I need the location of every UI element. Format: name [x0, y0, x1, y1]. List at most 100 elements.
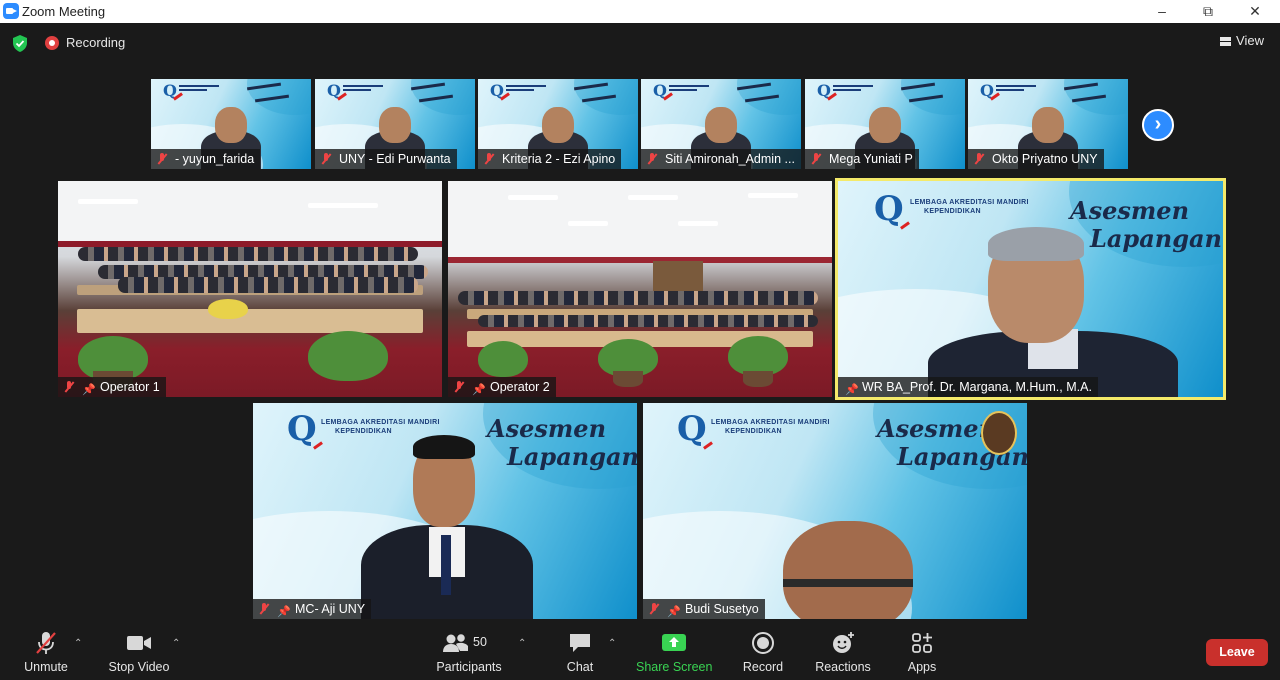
- mic-off-icon: [64, 381, 74, 393]
- mic-off-icon: [157, 153, 167, 165]
- participant-name-bar: Okto Priyatno UNY: [968, 149, 1104, 169]
- chat-button[interactable]: Chat: [559, 630, 601, 674]
- video-tile-operator-2[interactable]: 📌 Operator 2: [448, 181, 832, 397]
- participant-name: UNY - Edi Purwanta: [339, 152, 451, 166]
- restore-button[interactable]: ⧉: [1185, 0, 1231, 23]
- thumbnail-tile[interactable]: Q Okto Priyatno UNY: [968, 79, 1128, 169]
- video-icon: [104, 630, 174, 656]
- participants-label: Participants: [436, 660, 502, 674]
- participant-name: Operator 2: [490, 380, 550, 394]
- participant-name: - yuyun_farida: [175, 152, 255, 166]
- grid-view-icon: [1220, 37, 1232, 46]
- participant-name-bar: Siti Amironah_Admin ...: [641, 149, 801, 169]
- thumbnail-tile[interactable]: Q Mega Yuniati P: [805, 79, 965, 169]
- mic-off-icon: [649, 603, 659, 615]
- thumbnail-tile[interactable]: Q Siti Amironah_Admin ...: [641, 79, 801, 169]
- view-button[interactable]: View: [1220, 33, 1264, 48]
- zoom-logo-icon: [3, 3, 19, 19]
- background-logo-subtext: KEPENDIDIKAN: [924, 207, 981, 215]
- audio-options-caret[interactable]: ⌃: [74, 638, 82, 649]
- apps-label: Apps: [907, 660, 937, 674]
- participant-name-bar: 📌 MC- Aji UNY: [253, 599, 372, 619]
- thumbnail-tile[interactable]: Q- yuyun_farida: [151, 79, 311, 169]
- video-options-caret[interactable]: ⌃: [172, 638, 180, 649]
- participant-name-bar: Kriteria 2 - Ezi Apino: [478, 149, 622, 169]
- pin-icon: 📌: [472, 384, 486, 396]
- meeting-topbar: Recording View: [0, 23, 1280, 63]
- chevron-right-icon[interactable]: ›: [1142, 109, 1174, 141]
- background-logo-text: LEMBAGA AKREDITASI MANDIRI: [321, 419, 440, 426]
- background-subtitle: Lapangan: [507, 442, 637, 471]
- video-tile-operator-1[interactable]: 📌 Operator 1: [58, 181, 442, 397]
- window-titlebar: Zoom Meeting – ⧉ ✕: [0, 0, 1280, 23]
- recording-icon: [45, 36, 59, 50]
- chat-icon: [559, 630, 601, 656]
- thumbnail-tile[interactable]: Q UNY - Edi Purwanta: [315, 79, 475, 169]
- minimize-button[interactable]: –: [1139, 0, 1185, 23]
- participants-icon: 50: [439, 630, 499, 656]
- participants-button[interactable]: 50 Participants: [432, 630, 506, 674]
- mic-off-icon: [20, 630, 72, 656]
- unmute-button[interactable]: Unmute: [20, 630, 72, 674]
- mic-off-icon: [647, 153, 657, 165]
- share-screen-button[interactable]: Share Screen: [636, 630, 712, 674]
- participant-name: WR BA_Prof. Dr. Margana, M.Hum., M.A.: [862, 380, 1092, 394]
- reactions-label: Reactions: [815, 660, 871, 674]
- mic-off-icon: [484, 153, 494, 165]
- chat-label: Chat: [566, 660, 594, 674]
- view-label: View: [1236, 33, 1264, 48]
- record-icon: [739, 630, 787, 656]
- apps-icon: [902, 630, 942, 656]
- background-title: Asesmen: [487, 414, 607, 443]
- participant-name-bar: Mega Yuniati P: [805, 149, 919, 169]
- leave-button[interactable]: Leave: [1206, 639, 1268, 666]
- mic-off-icon: [454, 381, 464, 393]
- window-title: Zoom Meeting: [22, 4, 106, 19]
- chat-options-caret[interactable]: ⌃: [608, 638, 616, 649]
- share-screen-icon: [636, 630, 712, 656]
- apps-button[interactable]: Apps: [902, 630, 942, 674]
- record-button[interactable]: Record: [739, 630, 787, 674]
- stop-video-label: Stop Video: [108, 660, 170, 674]
- participants-options-caret[interactable]: ⌃: [518, 638, 526, 649]
- stop-video-button[interactable]: Stop Video: [104, 630, 174, 674]
- reactions-icon: [812, 630, 874, 656]
- pin-icon: 📌: [845, 384, 859, 396]
- participant-name-bar: 📌 Budi Susetyo: [643, 599, 765, 619]
- mic-off-icon: [259, 603, 269, 615]
- participant-name: Okto Priyatno UNY: [992, 152, 1098, 166]
- background-title: Asesmen: [1070, 196, 1190, 225]
- background-logo-subtext: KEPENDIDIKAN: [335, 427, 392, 435]
- participant-name-bar: 📌 Operator 1: [58, 377, 166, 397]
- participant-name: Siti Amironah_Admin ...: [665, 152, 795, 166]
- shield-check-icon[interactable]: [12, 35, 28, 52]
- share-screen-label: Share Screen: [636, 660, 713, 674]
- video-tile-budi-susetyo[interactable]: Q LEMBAGA AKREDITASI MANDIRI KEPENDIDIKAN…: [643, 403, 1027, 619]
- participant-name-bar: - yuyun_farida: [151, 149, 261, 169]
- participant-name: MC- Aji UNY: [295, 602, 366, 616]
- video-tile-mc-aji[interactable]: Q LEMBAGA AKREDITASI MANDIRI KEPENDIDIKAN…: [253, 403, 637, 619]
- video-tile-active-speaker[interactable]: Q LEMBAGA AKREDITASI MANDIRI KEPENDIDIKAN…: [835, 178, 1226, 400]
- participant-name-bar: 📌 WR BA_Prof. Dr. Margana, M.Hum., M.A.: [838, 377, 1098, 397]
- unmute-label: Unmute: [24, 660, 68, 674]
- mic-off-icon: [321, 153, 331, 165]
- pin-icon: 📌: [277, 606, 291, 618]
- pin-icon: 📌: [667, 606, 681, 618]
- meeting-toolbar: Unmute ⌃ Stop Video ⌃ 50 Participants ⌃ …: [0, 622, 1280, 680]
- participants-count: 50: [473, 635, 487, 649]
- background-subtitle: Lapangan: [1090, 224, 1222, 253]
- participant-name-bar: 📌 Operator 2: [448, 377, 556, 397]
- close-button[interactable]: ✕: [1232, 0, 1278, 23]
- participant-name: Budi Susetyo: [685, 602, 759, 616]
- recording-label[interactable]: Recording: [66, 35, 125, 50]
- pin-icon: 📌: [82, 384, 96, 396]
- participant-name: Mega Yuniati P: [829, 152, 913, 166]
- background-logo-subtext: KEPENDIDIKAN: [725, 427, 782, 435]
- participant-name: Operator 1: [100, 380, 160, 394]
- emblem-logo: [981, 411, 1017, 455]
- reactions-button[interactable]: Reactions: [812, 630, 874, 674]
- thumbnail-tile[interactable]: Q Kriteria 2 - Ezi Apino: [478, 79, 638, 169]
- background-logo-text: LEMBAGA AKREDITASI MANDIRI: [711, 419, 830, 426]
- mic-off-icon: [974, 153, 984, 165]
- participant-name-bar: UNY - Edi Purwanta: [315, 149, 457, 169]
